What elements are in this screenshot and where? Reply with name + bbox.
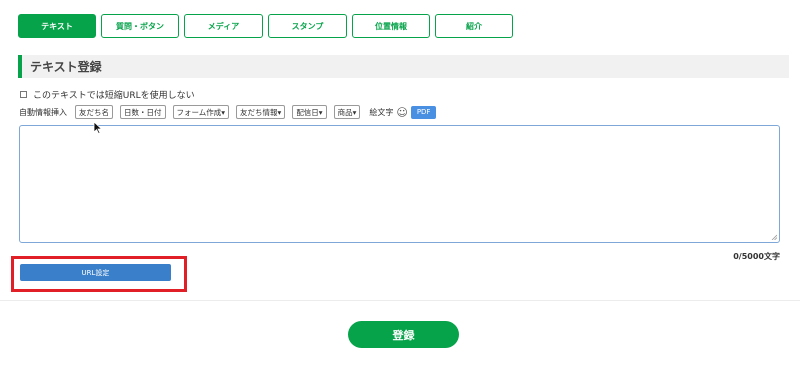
short-url-option[interactable]: このテキストでは短縮URLを使用しない xyxy=(20,88,195,101)
message-textarea[interactable] xyxy=(19,125,780,243)
tab-question-button[interactable]: 質問・ボタン xyxy=(101,14,179,38)
register-button[interactable]: 登録 xyxy=(348,321,459,348)
message-type-tabs: テキスト 質問・ボタン メディア スタンプ 位置情報 紹介 xyxy=(18,14,518,38)
insert-friend-name-button[interactable]: 友だち名 xyxy=(75,105,113,119)
tab-introduction[interactable]: 紹介 xyxy=(435,14,513,38)
tab-location[interactable]: 位置情報 xyxy=(352,14,430,38)
auto-insert-label: 自動情報挿入 xyxy=(19,107,67,117)
mouse-cursor-icon xyxy=(93,121,103,135)
product-dropdown[interactable]: 商品▾ xyxy=(333,105,361,119)
resize-handle-icon[interactable] xyxy=(771,234,777,240)
url-settings-button[interactable]: URL設定 xyxy=(20,264,171,281)
delivery-date-dropdown[interactable]: 配信日▾ xyxy=(292,105,327,119)
character-counter: 0/5000文字 xyxy=(733,252,780,261)
friend-info-dropdown[interactable]: 友だち情報▾ xyxy=(236,105,286,119)
section-title: テキスト登録 xyxy=(18,55,789,78)
tab-text[interactable]: テキスト xyxy=(18,14,96,38)
short-url-checkbox[interactable] xyxy=(20,91,27,98)
auto-insert-toolbar: 自動情報挿入 友だち名 日数・日付 フォーム作成▾ 友だち情報▾ 配信日▾ 商品… xyxy=(19,105,437,119)
text-registration-panel: テキスト 質問・ボタン メディア スタンプ 位置情報 紹介 テキスト登録 このテ… xyxy=(0,0,800,301)
emoji-label: 絵文字 xyxy=(369,107,394,117)
pdf-button[interactable]: PDF xyxy=(410,105,437,119)
tab-stamp[interactable]: スタンプ xyxy=(268,14,347,38)
smiley-icon[interactable]: ☺ xyxy=(396,106,407,119)
tab-media[interactable]: メディア xyxy=(184,14,263,38)
short-url-label: このテキストでは短縮URLを使用しない xyxy=(33,91,195,101)
insert-date-button[interactable]: 日数・日付 xyxy=(120,105,166,119)
form-create-dropdown[interactable]: フォーム作成▾ xyxy=(172,105,230,119)
